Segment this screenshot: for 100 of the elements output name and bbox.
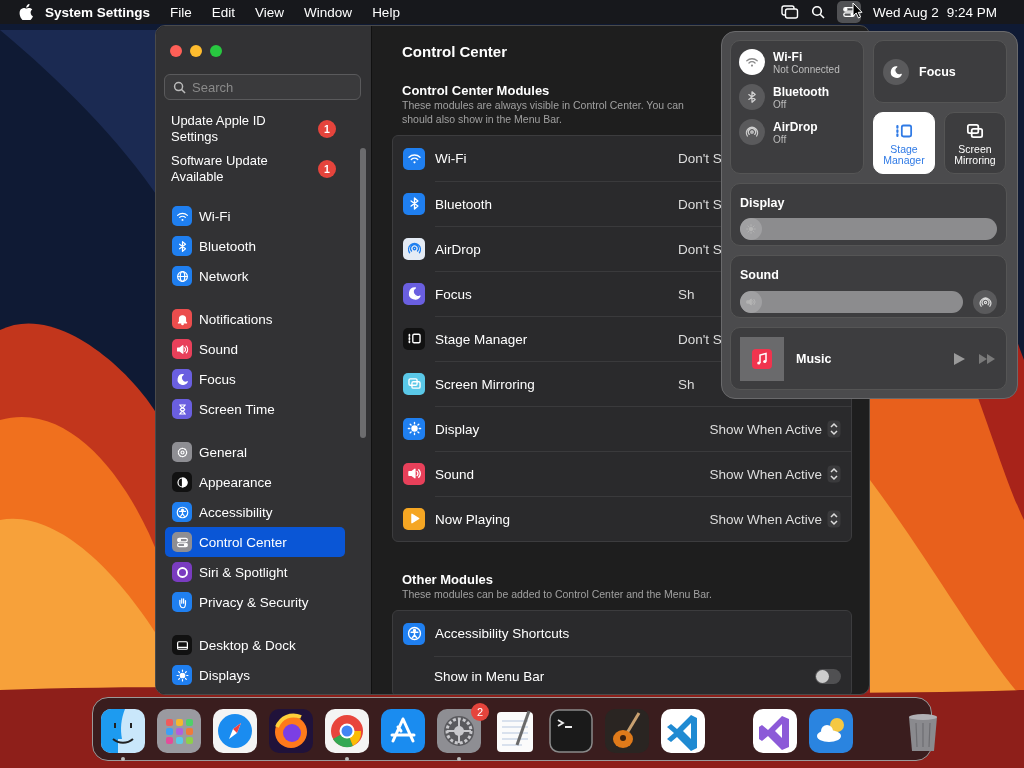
close-button[interactable] [170,45,182,57]
tile-status: Off [773,98,788,110]
tile-label: Wi-Fi [773,49,804,64]
row-label: Display [435,421,481,437]
menu-item[interactable]: File [170,4,192,20]
row-label: Wi-Fi [435,151,468,166]
sidebar-item[interactable]: Bluetooth [165,231,345,261]
visibility-popup[interactable]: Don't S [678,196,722,212]
compass-icon[interactable] [213,709,257,753]
chrome-icon[interactable] [325,709,369,753]
app-store-icon[interactable] [381,709,425,753]
gear-icon[interactable] [437,709,481,753]
count-badge: 1 [318,120,336,138]
stepper-icon [827,420,841,438]
weather-icon[interactable] [809,709,853,753]
sidebar-item[interactable]: Accessibility [165,497,345,527]
row-label: Now Playing [435,511,512,527]
notification-badge: 2 [471,703,489,721]
visibility-popup[interactable]: Sh [678,376,695,392]
row-label: Screen Mirroring [435,376,536,392]
apple-icon[interactable] [19,4,33,20]
row-label: Show in Menu Bar [434,669,546,684]
bluetooth-icon[interactable] [739,84,765,110]
wifi-icon[interactable] [739,49,765,75]
finder-icon[interactable] [101,709,145,753]
row-label: Focus [435,286,473,302]
row-label: Sound [435,466,476,482]
terminal-icon[interactable] [549,709,593,753]
sidebar-item[interactable]: Appearance [165,467,345,497]
search-input[interactable]: Search [192,79,342,95]
module-tile[interactable]: Screen Mirroring [944,112,1006,174]
visibility-popup[interactable]: Don't S [678,331,722,347]
visibility-popup[interactable]: Show When Active [709,420,841,438]
sidebar-item[interactable]: Desktop & Dock [165,630,345,660]
sidebar-item[interactable]: General [165,437,345,467]
scrollbar[interactable] [360,148,366,438]
time: 9:24 PM [946,4,997,20]
launchpad-icon[interactable] [157,709,201,753]
sidebar-item[interactable]: Sound [165,334,345,364]
sidebar-item[interactable]: Control Center [165,527,345,557]
airdrop-icon[interactable] [739,119,765,145]
section-heading: Control Center Modules [402,83,550,98]
play-icon[interactable] [952,351,966,366]
sidebar-item[interactable]: Privacy & Security [165,587,345,617]
toggle-switch[interactable] [815,669,841,684]
sidebar-item[interactable]: Screen Time [165,394,345,424]
tile-status: Not Connected [773,63,840,75]
menu-item[interactable]: Help [372,4,400,20]
visibility-popup[interactable]: Show When Active [709,465,841,483]
visibility-popup[interactable]: Show When Active [709,510,841,528]
sidebar-alert-item[interactable]: Software Update Available 1 [165,152,345,186]
menu-item[interactable]: Edit [211,4,236,20]
minimize-button[interactable] [190,45,202,57]
sidebar-item[interactable]: Notifications [165,304,345,334]
section-description: These modules can be added to Control Center and the Menu Bar. [402,587,712,601]
page-title: Control Center [402,43,507,60]
tile-label: Sound [740,268,779,282]
fast-forward-icon[interactable] [978,352,996,365]
tile-label: Bluetooth [773,84,829,99]
search-icon[interactable] [810,5,825,19]
search-field[interactable]: Search [164,74,361,100]
row-label: Stage Manager [435,331,529,347]
cursor-icon [852,2,863,19]
count-badge: 1 [318,160,336,178]
row-label: AirDrop [435,241,482,257]
date: Wed Aug 2 [872,4,939,20]
guitar-icon[interactable] [605,709,649,753]
code-editor-icon[interactable] [661,709,705,753]
airplay-icon[interactable] [973,290,997,314]
visual-studio-icon[interactable] [753,709,797,753]
menu-item[interactable]: Window [304,4,353,20]
sidebar-item[interactable]: Wi-Fi [165,201,345,231]
stepper-icon [827,510,841,528]
zoom-button[interactable] [210,45,222,57]
sidebar-item[interactable]: Network [165,261,345,291]
module-tile[interactable]: Stage Manager [873,112,935,174]
track-title: Music [796,351,833,366]
slider-track[interactable] [740,291,963,313]
section-description: should also show in the Menu Bar. [402,112,562,126]
stepper-icon [827,465,841,483]
sidebar-item[interactable]: Focus [165,364,345,394]
row-label: Accessibility Shortcuts [435,626,571,641]
app-menu[interactable]: System Settings [45,4,151,20]
sidebar-item[interactable]: Siri & Spotlight [165,557,345,587]
visibility-popup[interactable]: Don't S [678,151,722,166]
section-heading: Other Modules [402,572,493,587]
sidebar-item[interactable]: Displays [165,660,345,690]
visibility-popup[interactable]: Sh [678,286,695,302]
screens-icon[interactable] [780,4,799,20]
tile-status: Off [773,133,787,145]
music-note-icon [740,336,784,381]
sidebar-alert-item[interactable]: Update Apple ID Settings 1 [165,112,345,146]
section-description: These modules are always visible in Control Center. You can [402,98,684,112]
focus-tile[interactable]: Focus [873,40,1007,103]
menu-item[interactable]: View [255,4,285,20]
firefox-icon[interactable] [269,709,313,753]
row-label: Bluetooth [435,196,494,212]
search-icon [173,80,186,94]
slider-track[interactable] [740,218,997,240]
visibility-popup[interactable]: Don't S [678,241,722,257]
